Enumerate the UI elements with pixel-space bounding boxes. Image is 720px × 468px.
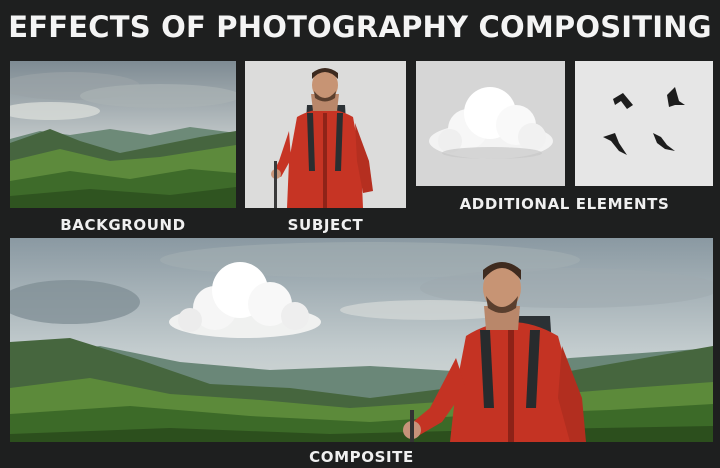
birds-element-image: [575, 61, 713, 186]
subject-image: [245, 61, 406, 208]
composite-image: [10, 238, 713, 442]
background-image: [10, 61, 236, 208]
subject-label: SUBJECT: [287, 216, 364, 234]
cloud-element-image: [416, 61, 565, 186]
composite-label: COMPOSITE: [309, 448, 414, 466]
page-title: EFFECTS OF PHOTOGRAPHY COMPOSITING: [8, 10, 712, 44]
background-label: BACKGROUND: [60, 216, 186, 234]
additional-elements-label: ADDITIONAL ELEMENTS: [459, 195, 670, 213]
